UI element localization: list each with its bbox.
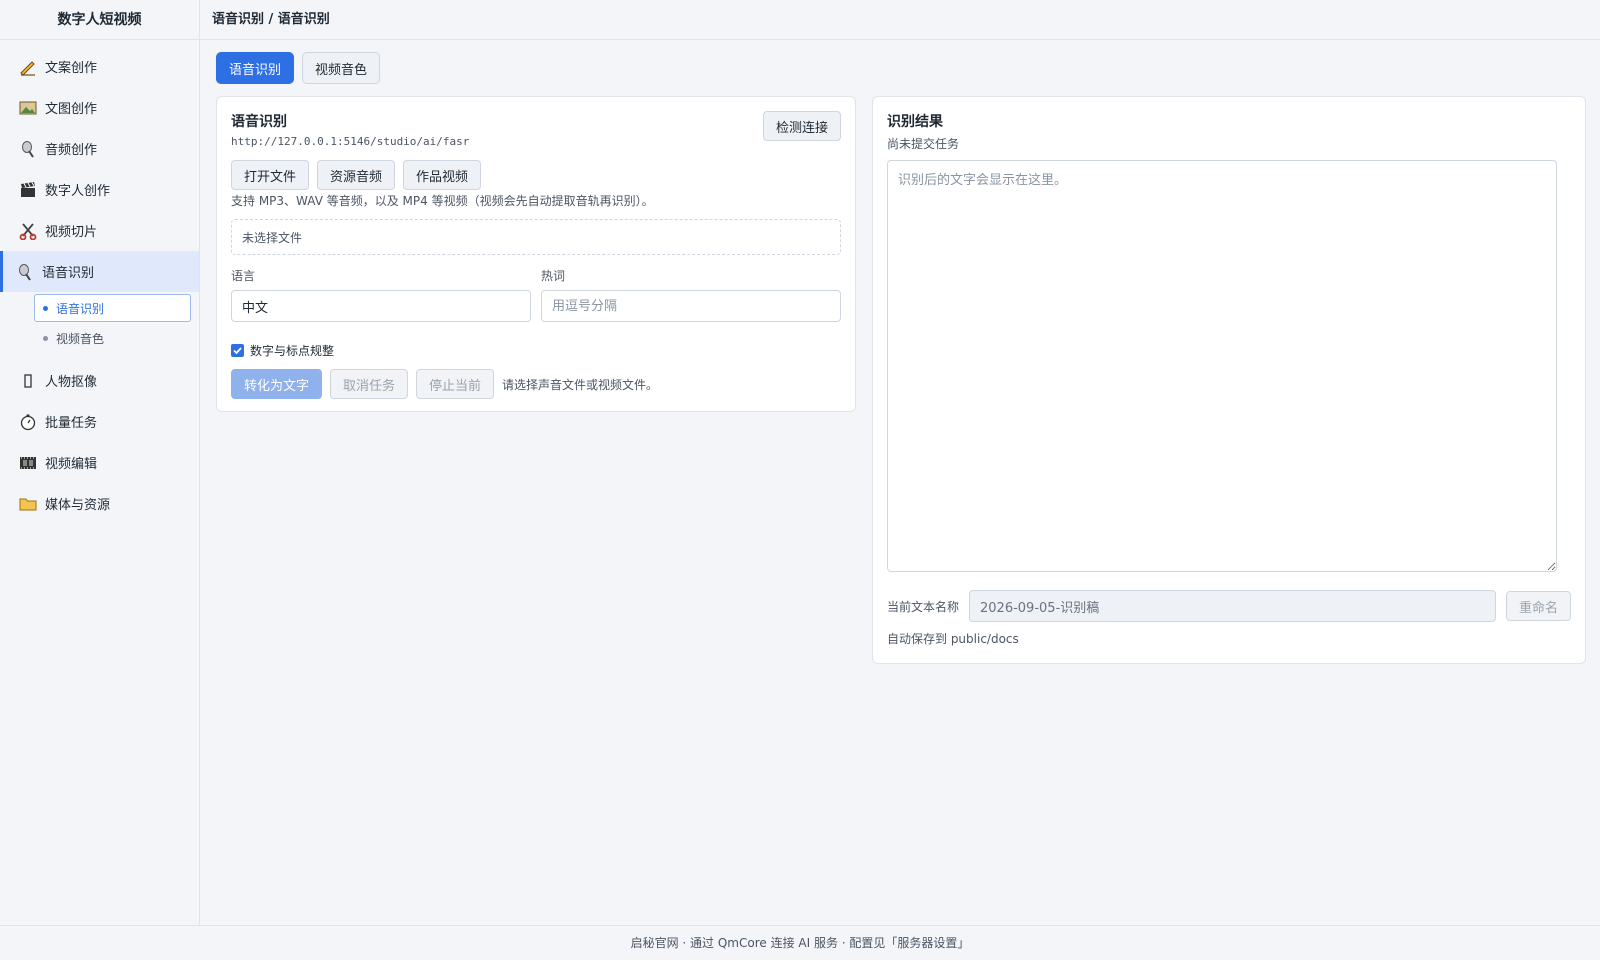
sidebar-subitem-video-voice[interactable]: 视频音色: [34, 324, 191, 352]
rectangle-icon: [19, 372, 37, 390]
sidebar-item-label: 数字人创作: [45, 184, 111, 199]
sidebar-subitem-label: 语音识别: [56, 301, 105, 316]
options-fields: 语言 热词: [231, 267, 841, 322]
panel-title: 语音识别: [231, 114, 287, 130]
main-content: 语音识别 视频音色 语音识别 http://127.0.0.1:5146/stu…: [200, 40, 1600, 925]
cancel-task-button[interactable]: 取消任务: [330, 369, 409, 399]
sidebar-item-video-slicing[interactable]: 视频切片: [0, 210, 199, 251]
open-file-button[interactable]: 打开文件: [231, 160, 310, 190]
normalize-label: 数字与标点规整: [250, 344, 335, 358]
convert-to-text-button[interactable]: 转化为文字: [231, 369, 323, 399]
sidebar-item-label: 视频编辑: [45, 457, 98, 472]
sidebar-item-label: 音频创作: [45, 143, 98, 158]
sidebar-item-label: 批量任务: [45, 416, 98, 431]
app-title: 数字人短视频: [0, 0, 199, 40]
picture-icon: [19, 99, 37, 117]
doc-name-row: 当前文本名称 2026-09-05-识别稿 重命名: [887, 590, 1571, 622]
normalize-option: 数字与标点规整: [231, 342, 841, 359]
tab-speech-recognition[interactable]: 语音识别: [216, 52, 295, 84]
language-input[interactable]: [231, 290, 531, 322]
sidebar-item-person-matting[interactable]: 人物抠像: [0, 360, 199, 401]
pencil-icon: [19, 58, 37, 76]
doc-name-field[interactable]: 2026-09-05-识别稿: [969, 590, 1496, 622]
hotwords-field-group: 热词: [541, 267, 841, 322]
resource-audio-button[interactable]: 资源音频: [317, 160, 396, 190]
tab-bar: 语音识别 视频音色: [216, 52, 1584, 84]
file-status: 未选择文件: [242, 230, 303, 245]
language-label: 语言: [231, 269, 256, 283]
language-field-group: 语言: [231, 267, 531, 322]
clapperboard-icon: [19, 181, 37, 199]
footer: 启秘官网 · 通过 QmCore 连接 AI 服务 · 配置见「服务器设置」: [0, 925, 1600, 960]
scissors-icon: [19, 222, 37, 240]
format-hint: 支持 MP3、WAV 等音频，以及 MP4 等视频（视频会先自动提取音轨再识别）…: [231, 194, 654, 208]
stop-current-button[interactable]: 停止当前: [416, 369, 495, 399]
breadcrumb: 语音识别 / 语音识别: [200, 0, 1600, 40]
sidebar-item-label: 媒体与资源: [45, 498, 111, 513]
rename-button[interactable]: 重命名: [1505, 591, 1571, 621]
bullet-icon: [43, 335, 48, 341]
sidebar-item-label: 视频切片: [45, 225, 98, 240]
work-video-button[interactable]: 作品视频: [403, 160, 482, 190]
sidebar: 数字人短视频 文案创作 文图创作 音频创作 数字人创作 视频切片 语音识别 语音…: [0, 0, 200, 925]
sidebar-item-label: 文图创作: [45, 102, 98, 117]
sidebar-item-audio-creation[interactable]: 音频创作: [0, 128, 199, 169]
stopwatch-icon: [19, 413, 37, 431]
film-icon: [19, 454, 37, 472]
doc-name-label: 当前文本名称: [887, 599, 960, 614]
sidebar-item-speech-recognition[interactable]: 语音识别: [0, 251, 199, 292]
bullet-icon: [43, 305, 48, 311]
sidebar-item-label: 人物抠像: [45, 375, 98, 390]
sidebar-item-image-creation[interactable]: 文图创作: [0, 87, 199, 128]
status-text: 请选择声音文件或视频文件。: [502, 377, 659, 392]
result-subtitle: 尚未提交任务: [887, 137, 960, 151]
folder-icon: [19, 495, 37, 513]
microphone-icon: [19, 140, 37, 158]
service-url: http://127.0.0.1:5146/studio/ai/fasr: [231, 135, 470, 148]
action-buttons: 转化为文字 取消任务 停止当前 请选择声音文件或视频文件。: [231, 369, 841, 399]
asr-panel: 语音识别 http://127.0.0.1:5146/studio/ai/fas…: [216, 96, 856, 412]
sidebar-item-copywriting[interactable]: 文案创作: [0, 46, 199, 87]
result-title: 识别结果: [887, 114, 943, 130]
hotwords-label: 热词: [541, 269, 566, 283]
normalize-checkbox[interactable]: [231, 344, 244, 357]
sidebar-subitem-speech-recognition[interactable]: 语音识别: [34, 294, 191, 322]
sidebar-nav: 文案创作 文图创作 音频创作 数字人创作 视频切片 语音识别 语音识别 视频音色…: [0, 40, 199, 524]
hotwords-input[interactable]: [541, 290, 841, 322]
check-icon: [233, 347, 242, 355]
sidebar-item-video-editing[interactable]: 视频编辑: [0, 442, 199, 483]
source-buttons: 打开文件 资源音频 作品视频: [231, 160, 841, 190]
microphone-icon: [16, 263, 34, 281]
tab-video-voice[interactable]: 视频音色: [302, 52, 381, 84]
file-dropzone[interactable]: 未选择文件: [231, 219, 841, 255]
sidebar-item-digital-human[interactable]: 数字人创作: [0, 169, 199, 210]
detect-connection-button[interactable]: 检测连接: [762, 111, 841, 141]
sidebar-item-label: 语音识别: [42, 266, 95, 281]
sidebar-item-batch-tasks[interactable]: 批量任务: [0, 401, 199, 442]
autosave-note: 自动保存到 public/docs: [887, 632, 1019, 646]
sidebar-item-label: 文案创作: [45, 61, 98, 76]
sidebar-item-media-resources[interactable]: 媒体与资源: [0, 483, 199, 524]
result-textarea[interactable]: [887, 160, 1557, 572]
sidebar-subitem-label: 视频音色: [56, 331, 105, 346]
sidebar-submenu: 语音识别 视频音色: [0, 292, 199, 360]
result-panel: 识别结果 尚未提交任务 当前文本名称 2026-09-05-识别稿 重命名 自动…: [872, 96, 1586, 664]
